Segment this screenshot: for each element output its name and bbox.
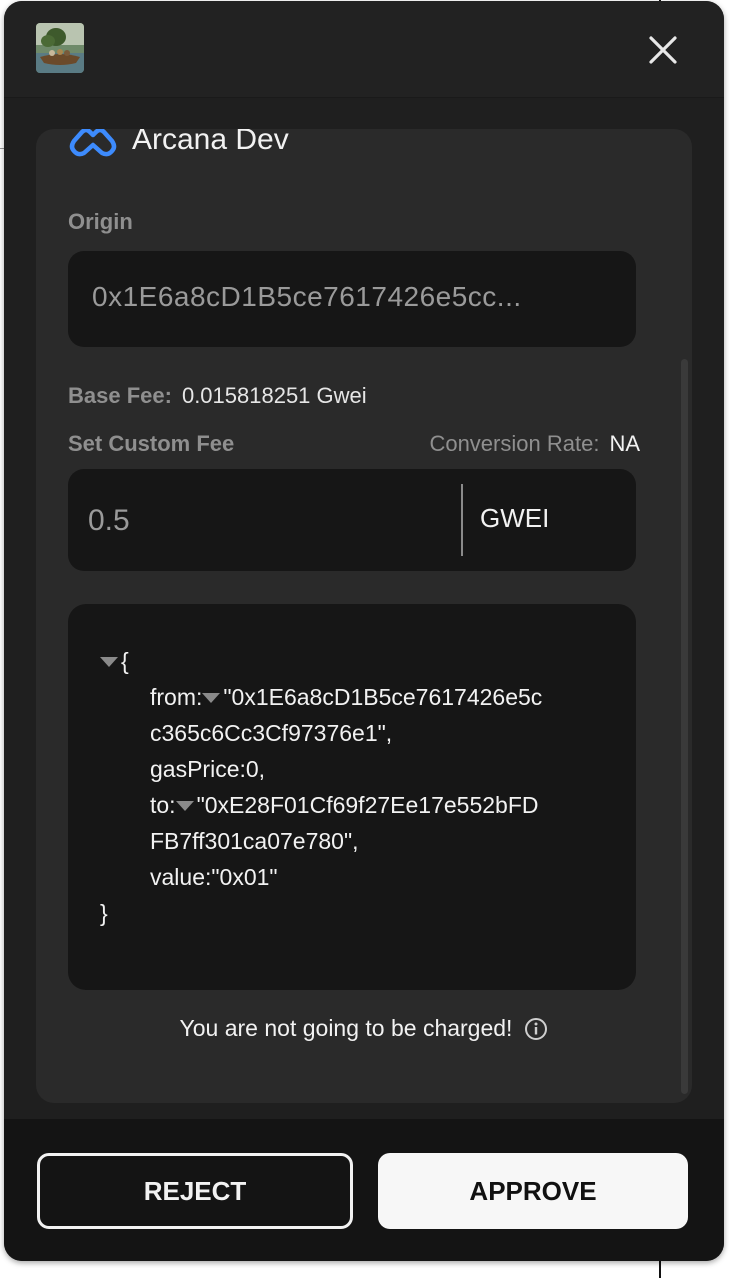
collapse-caret-icon[interactable] [175, 800, 194, 811]
brand-name: Arcana Dev [132, 129, 289, 156]
origin-address: 0x1E6a8cD1B5ce7617426e5cc... [92, 281, 522, 312]
origin-field: 0x1E6a8cD1B5ce7617426e5cc... [68, 251, 636, 347]
conversion-rate-row: Conversion Rate: NA [429, 431, 640, 457]
background-line [659, 1258, 661, 1278]
brand-row: Arcana Dev [68, 129, 289, 157]
app-thumbnail-image [36, 23, 84, 73]
conversion-rate-label: Conversion Rate: [429, 431, 600, 456]
json-to-line-cont: FB7ff301ca07e780", [150, 828, 359, 855]
json-from-key: from: [150, 684, 203, 710]
custom-fee-label: Set Custom Fee [68, 431, 235, 456]
reject-button[interactable]: REJECT [37, 1153, 353, 1229]
conversion-rate-value: NA [609, 431, 640, 456]
json-to-value-1: "0xE28F01Cf69f27Ee17e552bFD [196, 792, 539, 818]
json-root-line: { [100, 648, 129, 675]
arcana-logo-icon [69, 129, 117, 157]
json-from-line-cont: c365c6Cc3Cf97376e1", [150, 720, 392, 747]
approve-button[interactable]: APPROVE [378, 1153, 688, 1229]
base-fee-row: Base Fee: 0.015818251 Gwei [68, 383, 367, 409]
base-fee-value: 0.015818251 Gwei [181, 383, 367, 408]
charge-notice: You are not going to be charged! [36, 1015, 692, 1042]
json-from-value-1: "0x1E6a8cD1B5ce7617426e5c [223, 684, 543, 710]
charge-notice-text: You are not going to be charged! [179, 1015, 513, 1041]
transaction-approval-modal: Arcana Dev Origin 0x1E6a8cD1B5ce7617426e… [4, 1, 724, 1261]
custom-fee-input[interactable] [86, 495, 450, 547]
transaction-json-viewer: { from: "0x1E6a8cD1B5ce7617426e5c c365c6… [68, 604, 636, 990]
json-from-value-2: c365c6Cc3Cf97376e1", [150, 720, 393, 746]
custom-fee-field: GWEI [68, 469, 636, 571]
json-to-key: to: [150, 792, 176, 818]
json-gasprice-line: gasPrice:0, [150, 756, 265, 783]
json-to-value-2: FB7ff301ca07e780", [150, 828, 359, 854]
json-close-line: } [100, 900, 108, 927]
info-icon[interactable] [524, 1017, 548, 1041]
json-open-brace: { [121, 648, 129, 674]
json-from-line: from: "0x1E6a8cD1B5ce7617426e5c [150, 684, 542, 711]
base-fee-label: Base Fee: [68, 383, 172, 408]
transaction-details-card: Arcana Dev Origin 0x1E6a8cD1B5ce7617426e… [36, 129, 692, 1103]
json-gas-price: gasPrice:0, [150, 756, 266, 782]
json-value-line: value:"0x01" [150, 864, 278, 891]
json-close-brace: } [100, 900, 108, 926]
collapse-caret-icon[interactable] [202, 692, 221, 703]
close-button[interactable] [640, 27, 686, 73]
scrollbar[interactable] [681, 359, 688, 1094]
modal-header [4, 1, 724, 98]
fee-unit-selector[interactable]: GWEI [480, 503, 549, 534]
json-to-line: to: "0xE28F01Cf69f27Ee17e552bFD [150, 792, 538, 819]
collapse-caret-icon[interactable] [100, 656, 118, 667]
origin-label: Origin [68, 209, 133, 234]
json-value: value:"0x01" [150, 864, 278, 890]
close-icon [649, 36, 677, 64]
action-footer: REJECT APPROVE [4, 1119, 724, 1261]
fee-divider [461, 484, 463, 556]
